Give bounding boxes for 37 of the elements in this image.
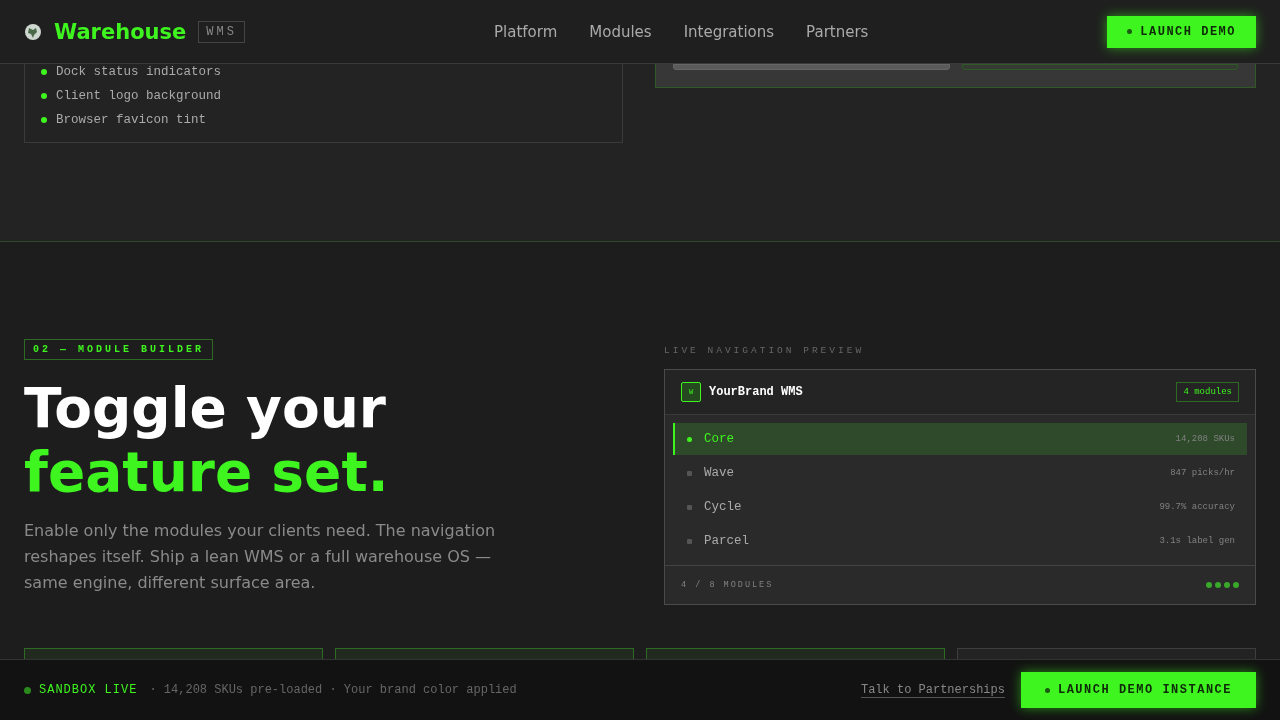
app-name: YourBrand WMS [709,385,804,399]
section-description: Enable only the modules your clients need. The navigation reshapes itself. Ship a lean WMS or a full warehouse OS — same engine, different surface area. [24,520,497,594]
bullet-icon [41,93,47,99]
preview-label: LIVE NAVIGATION PREVIEW [664,345,866,356]
bullet-icon [41,69,47,75]
module-nav-item[interactable]: Core 14,208 SKUs [673,423,1247,455]
swatch-option[interactable] [673,64,950,70]
module-nav-item[interactable]: Cycle 99.7% accuracy [673,491,1247,523]
swatch-option[interactable] [961,64,1238,70]
nav-link[interactable]: Modules [589,22,652,41]
launch-demo-button[interactable]: LAUNCH DEMO [1107,15,1256,48]
module-dot-icon [1224,582,1230,588]
module-nav-item[interactable]: Wave 847 picks/hr [673,457,1247,489]
section-tag: 02 — MODULE BUILDER [24,339,214,360]
module-dot-icon [1215,582,1221,588]
module-dot-icon [1233,582,1239,588]
list-item: Browser favicon tint [56,113,207,127]
sandbox-details: · 14,208 SKUs pre-loaded · Your brand color applied [149,683,518,697]
headline-accent: feature set. [24,440,389,504]
launch-demo-instance-button[interactable]: LAUNCH DEMO INSTANCE [1020,672,1256,708]
nav-link[interactable]: Partners [806,22,869,41]
module-count: 4 / 8 MODULES [681,580,774,590]
list-item: Client logo background [56,89,222,103]
sandbox-status: SANDBOX LIVE [39,683,138,697]
module-nav-item[interactable]: Parcel 3.1s label gen [673,525,1247,557]
partnerships-link[interactable]: Talk to Partnerships [860,683,1005,697]
module-count-badge: 4 modules [1176,382,1239,402]
list-item: Dock status indicators [56,65,222,79]
product-badge: WMS [198,20,245,43]
status-dot-icon [687,436,692,442]
nav-link[interactable]: Platform [494,22,558,41]
bullet-icon [41,117,47,123]
headline: Toggle your [24,376,386,440]
brand-name: Warehouse [54,19,187,44]
module-dot-icon [1206,582,1212,588]
nav-link[interactable]: Integrations [683,22,775,41]
live-status-dot [24,686,31,694]
